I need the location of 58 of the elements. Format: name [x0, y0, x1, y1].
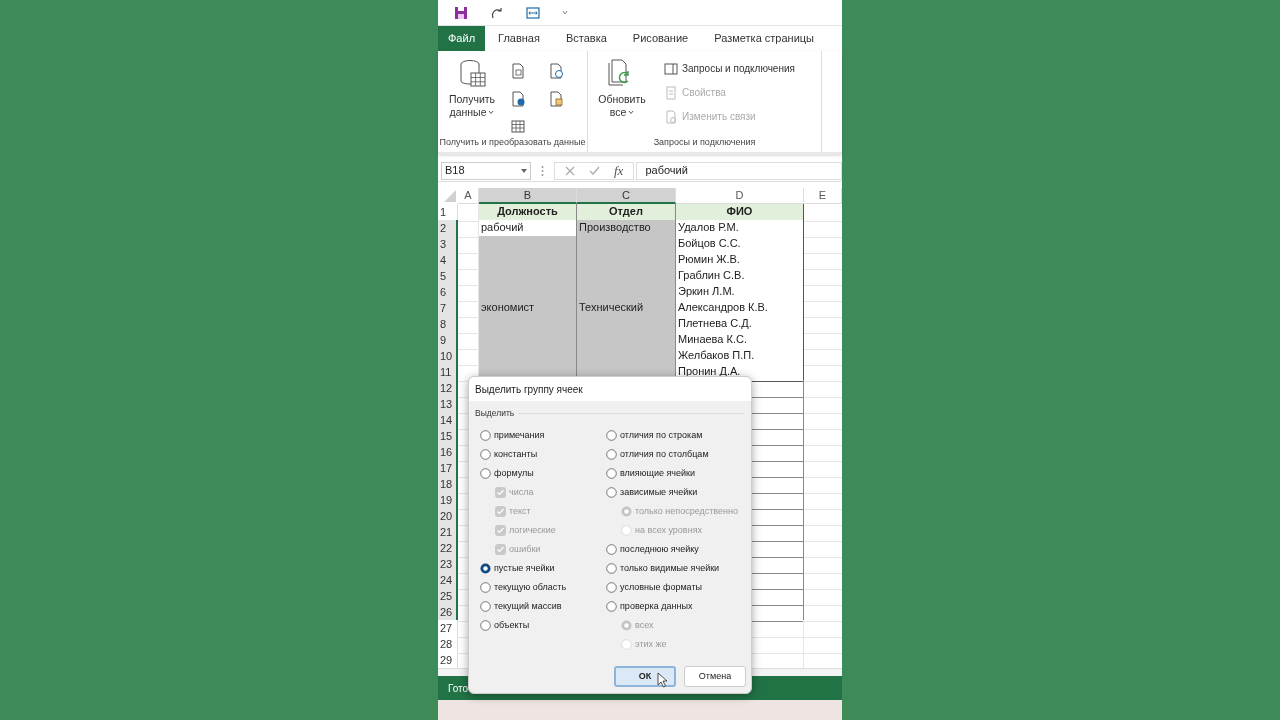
document-icon — [664, 109, 678, 124]
radio-button[interactable]: зависимые ячейки — [606, 482, 751, 502]
status-text: Гото — [448, 681, 469, 696]
lock-document-icon[interactable] — [548, 90, 564, 107]
radio-button[interactable]: примечания — [480, 425, 606, 445]
fit-width-icon[interactable] — [526, 5, 540, 20]
column-header[interactable]: A — [458, 188, 479, 204]
ribbon-button[interactable]: Получить данные — [446, 57, 498, 136]
ribbon-button[interactable]: Обновить все — [596, 57, 648, 136]
column-header[interactable]: B — [479, 188, 577, 204]
radio-button[interactable]: только видимые ячейки — [606, 558, 751, 578]
table-icon[interactable] — [510, 118, 526, 134]
dropdown-caret-icon[interactable] — [562, 10, 568, 15]
caret-icon[interactable] — [488, 110, 495, 115]
radio-button[interactable]: последнюю ячейку — [606, 539, 751, 559]
name-box[interactable]: B18 — [441, 161, 531, 180]
redo-icon[interactable] — [490, 5, 504, 20]
column-header[interactable]: E — [804, 188, 842, 204]
group-label: Получить и преобразовать данные — [438, 135, 587, 149]
dialog-button[interactable]: Отмена — [684, 666, 746, 687]
clock-document-icon[interactable] — [548, 63, 564, 79]
dialog-title: Выделить группу ячеек — [475, 382, 583, 397]
database-icon[interactable] — [458, 59, 486, 87]
column-header[interactable]: C — [577, 188, 676, 204]
radio-button[interactable]: отличия по столбцам — [606, 444, 751, 464]
panel-icon — [664, 61, 678, 76]
section-label: Выделить — [475, 407, 515, 420]
radio-button[interactable]: условные форматы — [606, 577, 751, 597]
radio-button[interactable]: пустые ячейки — [480, 558, 606, 578]
info-document-icon[interactable] — [510, 90, 526, 107]
radio-button[interactable]: влияющие ячейки — [606, 463, 751, 483]
radio-button[interactable]: константы — [480, 444, 606, 464]
ribbon-tab[interactable]: Разметка страницы — [701, 26, 827, 51]
dialog-button[interactable]: ОК — [614, 666, 676, 687]
ribbon-tab[interactable]: Рисование — [619, 26, 702, 51]
radio-button[interactable]: формулы — [480, 463, 606, 483]
cancel-icon[interactable] — [565, 165, 575, 176]
radio-button[interactable]: проверка данных — [606, 596, 751, 616]
group-label: Запросы и подключения — [652, 135, 757, 149]
ribbon-tab[interactable]: Главная — [485, 26, 553, 51]
document-icon — [664, 85, 678, 100]
save-icon[interactable] — [454, 5, 468, 20]
cursor-icon — [657, 672, 668, 688]
confirm-icon[interactable] — [589, 165, 600, 176]
column-header[interactable]: D — [676, 188, 804, 204]
caret-icon[interactable] — [628, 110, 635, 115]
radio-button[interactable]: отличия по строкам — [606, 425, 751, 445]
function-button[interactable]: fx — [614, 160, 624, 181]
radio-button[interactable]: текущий массив — [480, 596, 606, 616]
ribbon-command[interactable]: Запросы и подключения — [664, 61, 795, 76]
radio-button[interactable]: текущую область — [480, 577, 606, 597]
formula-field[interactable]: рабочий — [636, 161, 842, 180]
document-icon[interactable] — [510, 63, 526, 79]
radio-button[interactable]: объекты — [480, 615, 606, 635]
grip-icon[interactable] — [541, 164, 544, 177]
dropdown-icon[interactable] — [521, 168, 527, 173]
file-tab[interactable]: Файл — [438, 26, 486, 51]
ribbon-tab[interactable]: Вставка — [552, 26, 620, 51]
